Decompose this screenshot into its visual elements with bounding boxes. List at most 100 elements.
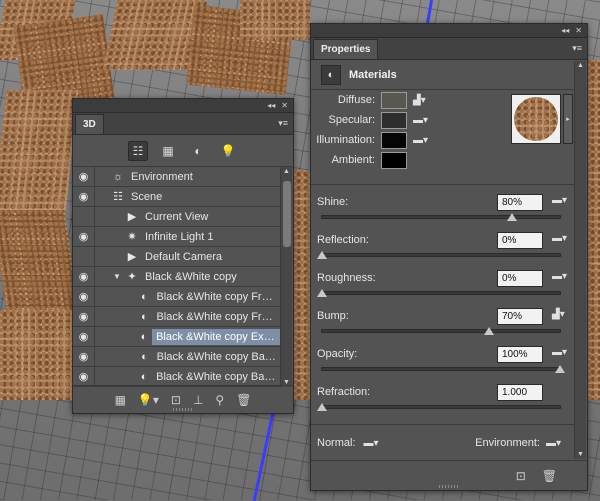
light-filter-icon[interactable]: 💡 <box>218 141 238 161</box>
layer-row[interactable]: ◉ ◐ Black &White copy Front ... <box>73 286 281 307</box>
environment-map-folder-icon[interactable]: ▬▾ <box>546 438 561 449</box>
add-constraint-icon[interactable]: ⚲ <box>215 393 224 407</box>
resize-grip[interactable] <box>439 485 459 488</box>
texture-folder-icon[interactable]: ▬▾ <box>413 115 428 126</box>
slider-track[interactable] <box>321 367 561 371</box>
layer-row[interactable]: ◉ ✷ Infinite Light 1 <box>73 226 281 247</box>
layer-row[interactable]: ◉ ◐ Black &White copy Front ... <box>73 306 281 327</box>
layer-scrollbar[interactable]: ▲ ▼ <box>280 167 292 387</box>
scroll-up-icon[interactable]: ▲ <box>577 62 584 69</box>
layer-row[interactable]: ◉ ◐ Black &White copy Back I... <box>73 366 281 387</box>
trash-icon[interactable]: 🗑 <box>236 393 251 407</box>
visibility-eye-off-icon[interactable] <box>73 206 95 227</box>
divider <box>311 184 575 185</box>
visibility-eye-icon[interactable]: ◉ <box>73 266 95 287</box>
visibility-eye-icon[interactable]: ◉ <box>73 326 95 347</box>
visibility-eye-icon[interactable]: ◉ <box>73 366 95 387</box>
visibility-eye-icon[interactable]: ◉ <box>73 186 95 207</box>
scroll-down-icon[interactable]: ▼ <box>577 451 584 458</box>
scene-filter-icon[interactable]: ☷ <box>128 140 148 161</box>
texture-folder-icon[interactable]: ▬▾ <box>552 271 567 282</box>
render-settings-icon[interactable]: ▦ <box>115 393 126 407</box>
slider-thumb[interactable] <box>317 289 327 297</box>
slider-track[interactable] <box>321 405 561 409</box>
texture-folder-icon[interactable]: ▟▾ <box>413 95 426 106</box>
layer-row[interactable]: ◉ ☼ Environment <box>73 167 281 187</box>
collapse-icon[interactable]: ◂◂ <box>267 101 275 110</box>
layer-body: ✷ Infinite Light 1 <box>95 227 281 247</box>
color-swatch[interactable] <box>381 111 407 129</box>
slider-track[interactable] <box>321 253 561 257</box>
cork-letter-shape <box>0 210 80 320</box>
layer-name: Black &White copy Back I... <box>156 370 281 383</box>
layer-body: ◐ Black &White copy Front ... <box>95 307 281 327</box>
new-mesh-icon[interactable]: ⊡ <box>171 393 181 407</box>
texture-folder-icon[interactable]: ▬▾ <box>413 135 428 146</box>
color-swatch[interactable] <box>381 151 407 169</box>
slider-thumb[interactable] <box>317 251 327 259</box>
tab-3d[interactable]: 3D <box>75 114 104 134</box>
layer-row[interactable]: ◉ ◐ Black &White copy Back ... <box>73 346 281 367</box>
slider-thumb[interactable] <box>555 365 565 373</box>
close-icon[interactable]: ✕ <box>281 101 288 110</box>
slider-thumb[interactable] <box>507 213 518 221</box>
layer-name: Current View <box>145 210 209 223</box>
slider-thumb[interactable] <box>317 403 327 411</box>
resize-grip[interactable] <box>173 408 193 411</box>
collapse-icon[interactable]: ◂◂ <box>561 26 569 35</box>
scroll-up-icon[interactable]: ▲ <box>283 168 290 175</box>
divider <box>311 424 575 425</box>
texture-folder-icon[interactable]: ▟▾ <box>552 309 565 320</box>
material-preview[interactable] <box>511 94 561 144</box>
texture-label: Specular: <box>328 114 375 126</box>
color-swatch[interactable] <box>381 91 407 109</box>
slider-value-input[interactable]: 1.000 <box>497 384 543 401</box>
slider-track[interactable] <box>321 215 561 219</box>
trash-icon[interactable]: 🗑 <box>542 469 557 483</box>
tab-properties[interactable]: Properties <box>313 39 379 59</box>
layer-type-icon: ✦ <box>127 271 137 283</box>
cork-letter-shape <box>0 90 79 210</box>
slider-value-input[interactable]: 0% <box>497 270 543 287</box>
layer-row[interactable]: ▶ Current View <box>73 206 281 227</box>
drop-to-ground-icon[interactable]: ⊥ <box>193 393 203 407</box>
close-icon[interactable]: ✕ <box>575 26 582 35</box>
slider-thumb[interactable] <box>483 327 494 335</box>
slider-track[interactable] <box>321 329 561 333</box>
visibility-eye-off-icon[interactable] <box>73 246 95 267</box>
slider-track[interactable] <box>321 291 561 295</box>
slider-value-input[interactable]: 0% <box>497 232 543 249</box>
visibility-eye-icon[interactable]: ◉ <box>73 167 95 187</box>
slider-value-input[interactable]: 100% <box>497 346 543 363</box>
normal-map-folder-icon[interactable]: ▬▾ <box>364 438 379 449</box>
expand-toggle-icon[interactable]: ▼ <box>113 272 123 281</box>
visibility-eye-icon[interactable]: ◉ <box>73 346 95 367</box>
material-picker-arrow-icon[interactable]: ▸ <box>563 94 573 144</box>
layer-row[interactable]: ◉ ▼ ✦ Black &White copy <box>73 266 281 287</box>
visibility-eye-icon[interactable]: ◉ <box>73 226 95 247</box>
layer-name: Black &White copy Extrus... <box>152 328 281 345</box>
color-swatch[interactable] <box>381 131 407 149</box>
layer-row[interactable]: ◉ ◐ Black &White copy Extrus... <box>73 326 281 347</box>
visibility-eye-icon[interactable]: ◉ <box>73 306 95 327</box>
panel-topbar: ◂◂ ✕ <box>311 24 587 38</box>
scroll-thumb[interactable] <box>283 181 291 247</box>
filter-bar: ☷ ▦ ◐ 💡 <box>73 135 293 167</box>
panel-menu-icon[interactable]: ▾≡ <box>572 43 582 54</box>
slider-opacity: Opacity: 100% ▬▾ <box>311 346 575 384</box>
material-filter-icon[interactable]: ◐ <box>188 141 208 161</box>
mesh-filter-icon[interactable]: ▦ <box>158 141 178 161</box>
layer-row[interactable]: ▶ Default Camera <box>73 246 281 267</box>
slider-value-input[interactable]: 70% <box>497 308 543 325</box>
texture-folder-icon[interactable]: ▬▾ <box>552 347 567 358</box>
normal-label: Normal: <box>317 437 356 449</box>
visibility-eye-icon[interactable]: ◉ <box>73 286 95 307</box>
texture-folder-icon[interactable]: ▬▾ <box>552 233 567 244</box>
texture-folder-icon[interactable]: ▬▾ <box>552 195 567 206</box>
properties-scrollbar[interactable]: ▲ ▼ <box>574 61 586 459</box>
slider-value-input[interactable]: 80% <box>497 194 543 211</box>
new-material-icon[interactable]: ⊡ <box>516 469 526 483</box>
panel-menu-icon[interactable]: ▾≡ <box>278 118 288 129</box>
add-light-icon[interactable]: 💡▾ <box>138 393 159 407</box>
layer-row[interactable]: ◉ ☷ Scene <box>73 186 281 207</box>
